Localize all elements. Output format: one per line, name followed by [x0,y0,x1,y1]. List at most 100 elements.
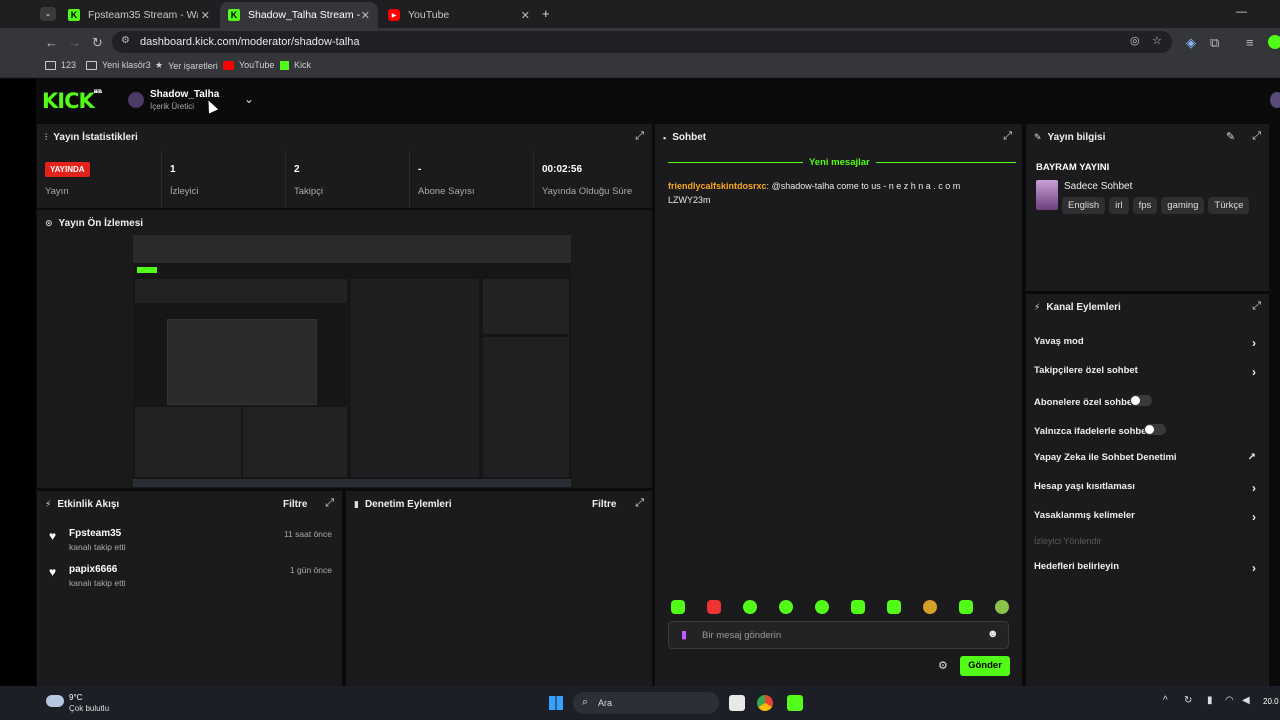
tab-shadow-talha[interactable]: K Shadow_Talha Stream - Kick Da ✕ [220,2,378,28]
tab-list-button[interactable]: ⌄ [40,7,56,21]
preview-actions [483,337,569,477]
emote[interactable] [923,600,937,614]
channel-action-ai-moderation[interactable]: Yapay Zeka ile Sohbet Denetimi ↗ [1034,452,1264,463]
send-button[interactable]: Gönder [960,656,1010,676]
url-text: dashboard.kick.com/moderator/shadow-talh… [140,36,360,48]
tab-title: YouTube [408,9,450,21]
expand-icon[interactable]: ⤢ [1252,130,1261,143]
beta-label: BETA [93,89,102,94]
tray-sync-icon[interactable]: ↻ [1184,695,1192,706]
youtube-icon [223,60,234,70]
subscribers-only-toggle[interactable] [1130,395,1152,406]
back-icon[interactable]: ← [45,35,58,50]
action-label: Hedefleri belirleyin [1034,561,1120,572]
emotes-only-toggle[interactable] [1144,424,1167,435]
emote[interactable] [887,600,901,614]
tray-mic-icon[interactable]: ▮ [1207,695,1213,706]
taskbar-clock[interactable]: 20.0 [1263,697,1279,706]
emote[interactable] [851,600,865,614]
browser-tab-bar: ⌄ K Fpsteam35 Stream - Watch Live ✕ K Sh… [0,0,1280,28]
tray-wifi-icon[interactable]: ◠ [1225,695,1234,706]
emote[interactable] [707,600,721,614]
channel-action-account-age[interactable]: Hesap yaşı kısıtlaması › [1034,481,1264,495]
chevron-down-icon[interactable]: ⌄ [244,92,254,106]
expand-icon[interactable]: ⤢ [635,130,644,143]
bookmark-folder-yeni-klasor3[interactable]: Yeni klasör3 [86,60,151,70]
channel-action-banned-words[interactable]: Yasaklanmış kelimeler › [1034,510,1264,524]
activity-feed-panel: ⚡ Etkinlik Akışı Filtre ⤢ ♥ Fpsteam35 kan… [37,491,342,686]
emote[interactable] [671,600,685,614]
filter-button[interactable]: Filtre [592,499,616,510]
category-thumbnail [1036,180,1058,210]
close-tab-icon[interactable]: ✕ [361,9,370,22]
expand-icon[interactable]: ⤢ [325,497,334,510]
expand-icon[interactable]: ⤢ [1003,130,1012,143]
channel-action-slow-mode[interactable]: Yavaş mod › [1034,336,1264,350]
stat-value: 00:02:56 [542,164,583,175]
stream-preview-video[interactable] [133,235,571,487]
expand-icon[interactable]: ⤢ [1252,300,1261,313]
site-info-icon[interactable]: ⚙ [121,35,130,46]
edit-icon[interactable]: ✎ [1226,130,1235,143]
bolt-icon: ⚡ [45,499,52,509]
close-tab-icon[interactable]: ✕ [201,9,210,22]
chevron-right-icon: › [1252,561,1256,575]
extensions-puzzle-icon[interactable]: ⧉ [1210,35,1219,51]
reload-icon[interactable]: ↻ [92,35,103,51]
kick-app-icon[interactable] [787,695,803,711]
bookmark-folder-123[interactable]: 123 [45,60,76,70]
bookmark-star-icon[interactable]: ☆ [1152,34,1162,47]
user-avatar[interactable] [1270,92,1280,108]
taskbar-search[interactable]: ⌕ Ara [573,692,719,714]
microphone-icon[interactable]: ▮ [681,628,687,641]
bookmark-kick[interactable]: Kick [280,60,311,70]
external-link-icon: ↗ [1247,452,1256,463]
tag[interactable]: irl [1109,197,1129,214]
windows-start-icon[interactable] [549,696,563,710]
expand-icon[interactable]: ⤢ [635,497,644,510]
preview-chat [351,279,479,477]
channel-action-set-goals[interactable]: Hedefleri belirleyin › [1034,561,1264,575]
close-tab-icon[interactable]: ✕ [521,9,530,22]
tab-youtube[interactable]: ▶ YouTube ✕ [380,2,538,28]
chat-input[interactable]: ▮ Bir mesaj gönderin ☻ [668,621,1009,649]
chat-username[interactable]: friendlycalfskintdosrxc [668,181,767,191]
preview-stats [135,279,347,303]
emote[interactable] [959,600,973,614]
activity-user[interactable]: Fpsteam35 [69,528,121,539]
category-name[interactable]: Sadece Sohbet [1064,181,1132,192]
emote[interactable] [779,600,793,614]
tray-speaker-icon[interactable]: ◀ [1242,695,1250,706]
channel-action-followers-only[interactable]: Takipçilere özel sohbet › [1034,365,1264,379]
eye-off-icon[interactable]: ◎ [1130,34,1140,47]
weather-cloud-icon[interactable] [46,695,64,707]
forward-icon[interactable]: → [68,35,81,50]
activity-user[interactable]: papix6666 [69,564,117,575]
emote[interactable] [815,600,829,614]
tag[interactable]: fps [1132,197,1158,214]
emote[interactable] [743,600,757,614]
emote[interactable] [995,600,1009,614]
chat-settings-icon[interactable]: ⚙ [938,659,948,672]
minimize-icon[interactable]: — [1236,6,1247,18]
tag[interactable]: Türkçe [1208,197,1250,214]
tab-fpsteam35[interactable]: K Fpsteam35 Stream - Watch Live ✕ [60,2,218,28]
tray-chevron-icon[interactable]: ^ [1163,695,1168,706]
bookmark-youtube[interactable]: YouTube [223,60,274,70]
address-bar[interactable]: ⚙ dashboard.kick.com/moderator/shadow-ta… [112,31,1172,53]
tag[interactable]: gaming [1161,197,1205,214]
action-label: Yalnızca ifadelerle sohbet [1034,426,1150,437]
new-tab-button[interactable]: + [542,6,550,21]
bookmark-yer-isaretleri[interactable]: ★ Yer işaretleri [155,60,218,71]
file-explorer-icon[interactable] [729,695,745,711]
logo-text: KICK [42,89,95,113]
filter-button[interactable]: Filtre [283,499,307,510]
extension-icon[interactable]: ◈ [1186,35,1196,51]
profile-avatar[interactable] [1268,35,1280,49]
chrome-icon[interactable] [757,695,773,711]
tag[interactable]: English [1062,197,1106,214]
preview-nested-video [167,319,317,405]
kick-logo[interactable]: KICKBETA [42,89,102,113]
emoji-icon[interactable]: ☻ [987,628,999,640]
reading-list-icon[interactable]: ≡ [1246,35,1254,50]
